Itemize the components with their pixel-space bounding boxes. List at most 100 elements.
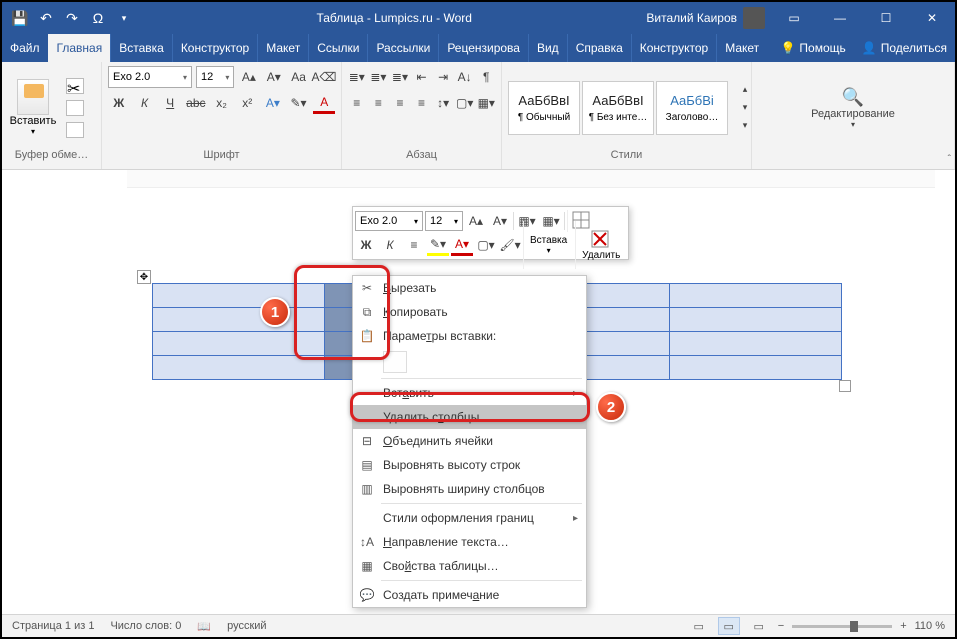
mini-italic[interactable]: К bbox=[379, 234, 401, 256]
zoom-slider[interactable] bbox=[792, 625, 892, 628]
superscript-button[interactable]: x² bbox=[236, 92, 258, 114]
save-icon[interactable]: 💾 bbox=[8, 6, 32, 30]
mini-delete-button[interactable]: Удалить bbox=[575, 221, 626, 269]
borders-icon[interactable]: ▦▾ bbox=[477, 92, 495, 114]
qat-more-icon[interactable]: ▾ bbox=[112, 6, 136, 30]
tab-file[interactable]: Файл bbox=[2, 34, 48, 62]
mini-border-icon[interactable]: ▢▾ bbox=[475, 234, 497, 256]
copy-icon[interactable] bbox=[66, 100, 84, 116]
tab-table-design[interactable]: Конструктор bbox=[631, 34, 716, 62]
style-normal[interactable]: АаБбВвІ¶ Обычный bbox=[508, 81, 580, 135]
maximize-button[interactable]: ☐ bbox=[863, 2, 909, 34]
zoom-out-button[interactable]: − bbox=[778, 620, 784, 632]
ctx-copy[interactable]: ⧉Копировать bbox=[353, 300, 586, 324]
ctx-text-direction[interactable]: ↕AНаправление текста… bbox=[353, 530, 586, 554]
ctx-distribute-cols[interactable]: ▥Выровнять ширину столбцов bbox=[353, 477, 586, 501]
cut-icon[interactable]: ✂ bbox=[66, 78, 84, 94]
tab-layout[interactable]: Макет bbox=[257, 34, 308, 62]
paste-option-1[interactable] bbox=[383, 351, 407, 373]
format-painter-icon[interactable] bbox=[66, 122, 84, 138]
justify-icon[interactable]: ≡ bbox=[413, 92, 431, 114]
tab-table-layout[interactable]: Макет bbox=[716, 34, 767, 62]
shading-icon[interactable]: ▢▾ bbox=[456, 92, 474, 114]
tab-help[interactable]: Справка bbox=[567, 34, 631, 62]
numbering-icon[interactable]: ≣▾ bbox=[370, 66, 388, 88]
font-size-combo[interactable]: 12▾ bbox=[196, 66, 234, 88]
collapse-ribbon-icon[interactable]: ˆ bbox=[948, 154, 951, 165]
tab-insert[interactable]: Вставка bbox=[110, 34, 172, 62]
language-indicator[interactable]: русский bbox=[227, 620, 266, 632]
tell-me[interactable]: 💡 Помощь bbox=[772, 34, 853, 62]
read-mode-icon[interactable]: ▭ bbox=[688, 617, 710, 635]
styles-gallery[interactable]: АаБбВвІ¶ Обычный АаБбВвІ¶ Без инте… АаБб… bbox=[508, 81, 728, 135]
ctx-delete-columns[interactable]: Удалить столбцы bbox=[353, 405, 586, 429]
word-count[interactable]: Число слов: 0 bbox=[110, 620, 181, 632]
user-area[interactable]: Виталий Каиров bbox=[646, 7, 771, 29]
align-left-icon[interactable]: ≡ bbox=[348, 92, 366, 114]
decrease-indent-icon[interactable]: ⇤ bbox=[413, 66, 431, 88]
tab-review[interactable]: Рецензирова bbox=[438, 34, 528, 62]
mini-insert-split[interactable]: Вставка▾ bbox=[523, 221, 573, 269]
bold-button[interactable]: Ж bbox=[108, 92, 130, 114]
font-name-combo[interactable]: Exo 2.0▾ bbox=[108, 66, 192, 88]
omega-icon[interactable]: Ω bbox=[86, 6, 110, 30]
change-case-icon[interactable]: Aa bbox=[288, 66, 309, 88]
mini-shading-icon[interactable]: 🖌▾ bbox=[499, 234, 521, 256]
close-button[interactable]: ✕ bbox=[909, 2, 955, 34]
bullets-icon[interactable]: ≣▾ bbox=[348, 66, 366, 88]
grow-font-icon[interactable]: A▴ bbox=[238, 66, 259, 88]
ctx-merge-cells[interactable]: ⊟Объединить ячейки bbox=[353, 429, 586, 453]
print-layout-icon[interactable]: ▭ bbox=[718, 617, 740, 635]
ctx-insert[interactable]: Вставить▸ bbox=[353, 381, 586, 405]
table-move-handle[interactable]: ✥ bbox=[137, 270, 151, 284]
mini-align2-icon[interactable]: ≡ bbox=[403, 234, 425, 256]
zoom-in-button[interactable]: + bbox=[900, 620, 906, 632]
web-layout-icon[interactable]: ▭ bbox=[748, 617, 770, 635]
multilevel-icon[interactable]: ≣▾ bbox=[391, 66, 409, 88]
ctx-table-properties[interactable]: ▦Свойства таблицы… bbox=[353, 554, 586, 578]
ctx-new-comment[interactable]: 💬Создать примечание bbox=[353, 583, 586, 607]
page-indicator[interactable]: Страница 1 из 1 bbox=[12, 620, 94, 632]
clear-format-icon[interactable]: A⌫ bbox=[313, 66, 335, 88]
ctx-distribute-rows[interactable]: ▤Выровнять высоту строк bbox=[353, 453, 586, 477]
increase-indent-icon[interactable]: ⇥ bbox=[434, 66, 452, 88]
mini-highlight-icon[interactable]: ✎▾ bbox=[427, 234, 449, 256]
ribbon-options-icon[interactable]: ▭ bbox=[771, 2, 817, 34]
text-effects-icon[interactable]: A▾ bbox=[262, 92, 284, 114]
tab-home[interactable]: Главная bbox=[48, 34, 111, 62]
strike-button[interactable]: abc bbox=[185, 92, 207, 114]
line-spacing-icon[interactable]: ↕▾ bbox=[434, 92, 452, 114]
subscript-button[interactable]: x₂ bbox=[211, 92, 233, 114]
font-color-icon[interactable]: A bbox=[313, 92, 335, 114]
ctx-border-styles[interactable]: Стили оформления границ▸ bbox=[353, 506, 586, 530]
style-heading1[interactable]: АаБбВіЗаголово… bbox=[656, 81, 728, 135]
zoom-level[interactable]: 110 % bbox=[915, 620, 945, 632]
minimize-button[interactable]: — bbox=[817, 2, 863, 34]
share-button[interactable]: 👤 Поделиться bbox=[854, 34, 955, 62]
style-no-spacing[interactable]: АаБбВвІ¶ Без инте… bbox=[582, 81, 654, 135]
shrink-font-icon[interactable]: A▾ bbox=[263, 66, 284, 88]
tab-design[interactable]: Конструктор bbox=[172, 34, 257, 62]
underline-button[interactable]: Ч bbox=[159, 92, 181, 114]
editing-button[interactable]: 🔍 Редактирование ▾ bbox=[798, 87, 908, 129]
mini-fontcolor-icon[interactable]: A▾ bbox=[451, 234, 473, 256]
ctx-cut[interactable]: ✂Вырезать bbox=[353, 276, 586, 300]
spellcheck-icon[interactable]: 📖 bbox=[197, 620, 211, 633]
mini-bold[interactable]: Ж bbox=[355, 234, 377, 256]
show-marks-icon[interactable]: ¶ bbox=[477, 66, 495, 88]
mini-size-combo[interactable]: 12▾ bbox=[425, 211, 463, 231]
highlight-icon[interactable]: ✎▾ bbox=[288, 92, 310, 114]
mini-grow-icon[interactable]: A▴ bbox=[465, 210, 487, 232]
italic-button[interactable]: К bbox=[134, 92, 156, 114]
redo-icon[interactable]: ↷ bbox=[60, 6, 84, 30]
mini-shrink-icon[interactable]: A▾ bbox=[489, 210, 511, 232]
align-center-icon[interactable]: ≡ bbox=[370, 92, 388, 114]
sort-icon[interactable]: A↓ bbox=[456, 66, 474, 88]
tab-mailings[interactable]: Рассылки bbox=[367, 34, 438, 62]
mini-font-combo[interactable]: Exo 2.0▾ bbox=[355, 211, 423, 231]
paste-button[interactable]: Вставить ▾ bbox=[8, 79, 58, 136]
tab-references[interactable]: Ссылки bbox=[308, 34, 367, 62]
tab-view[interactable]: Вид bbox=[528, 34, 567, 62]
undo-icon[interactable]: ↶ bbox=[34, 6, 58, 30]
horizontal-ruler[interactable] bbox=[127, 170, 935, 188]
